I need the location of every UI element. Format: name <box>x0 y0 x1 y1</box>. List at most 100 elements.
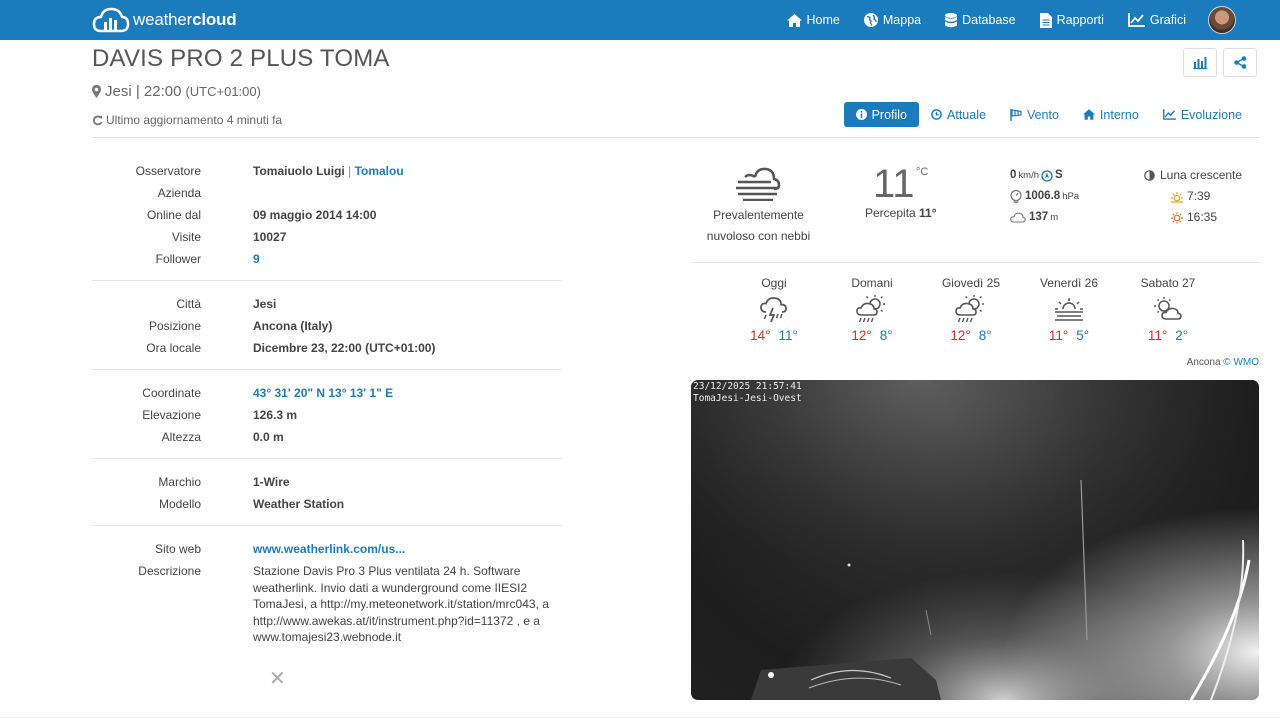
observer-user-link[interactable]: Tomalou <box>355 164 404 178</box>
height-value: 0.0 m <box>253 430 284 444</box>
clock-icon <box>931 109 942 120</box>
info-label: Città <box>176 297 201 311</box>
website-value: www.weatherlink.com/us... <box>253 538 553 560</box>
info-row: Osservatore Tomaiuolo Luigi | Tomalou <box>92 160 562 182</box>
station-tabs: Profilo Attuale Vento Interno Evoluzione <box>843 102 1254 127</box>
info-label: Posizione <box>148 319 201 333</box>
forecast-min: 11° <box>778 328 798 343</box>
wmo-link[interactable]: © WMO <box>1223 357 1259 368</box>
forecast-day-label: Venerdì 26 <box>1039 276 1099 290</box>
observer-value: Tomaiuolo Luigi | Tomalou <box>253 164 404 178</box>
map-marker-icon <box>92 85 101 98</box>
info-row: Coordinate 43° 31' 20" N 13° 13' 1" E <box>92 382 562 404</box>
line-chart-icon <box>1127 13 1145 27</box>
globe-icon <box>863 13 878 27</box>
tab-interno[interactable]: Interno <box>1071 102 1151 127</box>
close-icon[interactable]: ✕ <box>269 666 286 691</box>
location-section: Città Jesi Posizione Ancona (Italy) Ora … <box>92 293 562 359</box>
feels-like: Percepita 11° <box>865 206 937 220</box>
home-icon <box>786 13 802 27</box>
observer-section: Osservatore Tomaiuolo Luigi | Tomalou Az… <box>92 160 562 270</box>
condition-text: Prevalentemente nuvoloso con nebbi <box>706 208 811 243</box>
current-divider <box>690 262 1260 263</box>
followers-value: 9 <box>253 248 553 270</box>
hardware-section: Marchio 1-Wire Modello Weather Station <box>92 471 562 515</box>
coords-link[interactable]: 43° 31' 20" N 13° 13' 1" E <box>253 386 393 400</box>
city-value: Jesi <box>253 297 277 311</box>
forecast-day: Venerdì 26 11° 5° <box>1029 276 1109 343</box>
info-row: Visite 10027 <box>92 226 562 248</box>
info-label: Elevazione <box>142 408 201 422</box>
info-label: Sito web <box>154 542 201 556</box>
tab-vento[interactable]: Vento <box>998 102 1071 127</box>
line-chart-icon <box>1162 109 1176 120</box>
company-value <box>253 182 553 204</box>
partly-cloudy-icon <box>1154 297 1182 320</box>
brand-value: 1-Wire <box>253 475 290 489</box>
followers-link[interactable]: 9 <box>253 252 260 266</box>
info-label: Online dal <box>146 208 201 222</box>
bar-chart-icon <box>1193 56 1207 69</box>
temperature-value: 11 <box>873 162 915 206</box>
nav-database[interactable]: Database <box>945 12 1016 28</box>
forecast-min: 5° <box>1076 328 1090 343</box>
model-value: Weather Station <box>253 497 345 511</box>
geo-section: Coordinate 43° 31' 20" N 13° 13' 1" E El… <box>92 382 562 448</box>
sunset-row: 16:35 <box>1144 207 1242 228</box>
wind-direction-icon <box>1041 169 1053 182</box>
sunrise-icon <box>1171 191 1183 203</box>
web-section: Sito web www.weatherlink.com/us... Descr… <box>92 538 562 646</box>
tab-profilo[interactable]: Profilo <box>843 102 920 127</box>
user-avatar[interactable] <box>1208 6 1236 34</box>
info-row: Online dal 09 maggio 2014 14:00 <box>92 204 562 226</box>
info-label: Osservatore <box>135 164 201 178</box>
sun-fog-icon <box>1055 298 1083 321</box>
sunset-icon <box>1171 212 1183 223</box>
nav-home[interactable]: Home <box>786 13 840 27</box>
thunderstorm-rain-icon <box>760 297 787 323</box>
webcam-timestamp: 23/12/2025 21:57:41 TomaJesi-Jesi-Ovest <box>693 381 802 404</box>
localtime-value: Dicembre 23, 22:00 (UTC+01:00) <box>253 341 436 355</box>
online-value: 09 maggio 2014 14:00 <box>253 208 377 222</box>
info-label: Modello <box>158 497 201 511</box>
temperature-unit: °C <box>916 166 929 178</box>
share-button[interactable] <box>1223 48 1257 77</box>
info-icon <box>855 109 867 120</box>
astro-column: Luna crescente 7:39 16:35 <box>1144 165 1242 228</box>
visits-value: 10027 <box>253 230 287 244</box>
tab-attuale[interactable]: Attuale <box>919 102 998 127</box>
coords-value: 43° 31' 20" N 13° 13' 1" E <box>253 382 553 404</box>
cloud-icon <box>1010 212 1026 223</box>
charts-button[interactable] <box>1183 48 1217 77</box>
nav-mappa[interactable]: Mappa <box>863 13 921 27</box>
info-label: Coordinate <box>142 386 201 400</box>
info-row: Descrizione Stazione Davis Pro 3 Plus ve… <box>92 560 562 646</box>
cloud-logo-icon <box>92 7 130 33</box>
forecast-min: 8° <box>879 328 893 343</box>
station-title: DAVIS PRO 2 PLUS TOMA <box>92 45 390 72</box>
nav-rapporti[interactable]: Rapporti <box>1039 12 1104 28</box>
forecast-max: 12° <box>851 328 872 343</box>
cloudbase-row: 137 m <box>1010 207 1079 228</box>
forecast-day: Oggi 14° 11° <box>734 276 814 343</box>
last-update: Ultimo aggiornamento 4 minuti fa <box>92 113 282 127</box>
description-value: Stazione Davis Pro 3 Plus ventilata 24 h… <box>253 564 549 644</box>
station-info: Osservatore Tomaiuolo Luigi | Tomalou Az… <box>92 160 562 646</box>
website-link[interactable]: www.weatherlink.com/us... <box>253 542 405 556</box>
info-row: Marchio 1-Wire <box>92 471 562 493</box>
cloud-fog-icon <box>736 167 781 201</box>
info-row: Ora locale Dicembre 23, 22:00 (UTC+01:00… <box>92 337 562 359</box>
forecast-max: 12° <box>950 328 971 343</box>
tab-evoluzione[interactable]: Evoluzione <box>1151 102 1254 127</box>
sun-cloud-rain-icon <box>955 295 984 323</box>
forecast-source: Ancona © WMO <box>1186 357 1259 368</box>
brand-logo[interactable]: weathercloud <box>92 4 237 36</box>
nav-grafici[interactable]: Grafici <box>1127 13 1186 27</box>
forecast-day: Sabato 27 11° 2° <box>1128 276 1208 343</box>
info-row: Città Jesi <box>92 293 562 315</box>
section-divider <box>92 369 562 370</box>
webcam-image[interactable]: 23/12/2025 21:57:41 TomaJesi-Jesi-Ovest <box>691 380 1259 700</box>
station-location: Jesi | 22:00 (UTC+01:00) <box>92 83 261 100</box>
info-row: Modello Weather Station <box>92 493 562 515</box>
section-divider <box>92 458 562 459</box>
